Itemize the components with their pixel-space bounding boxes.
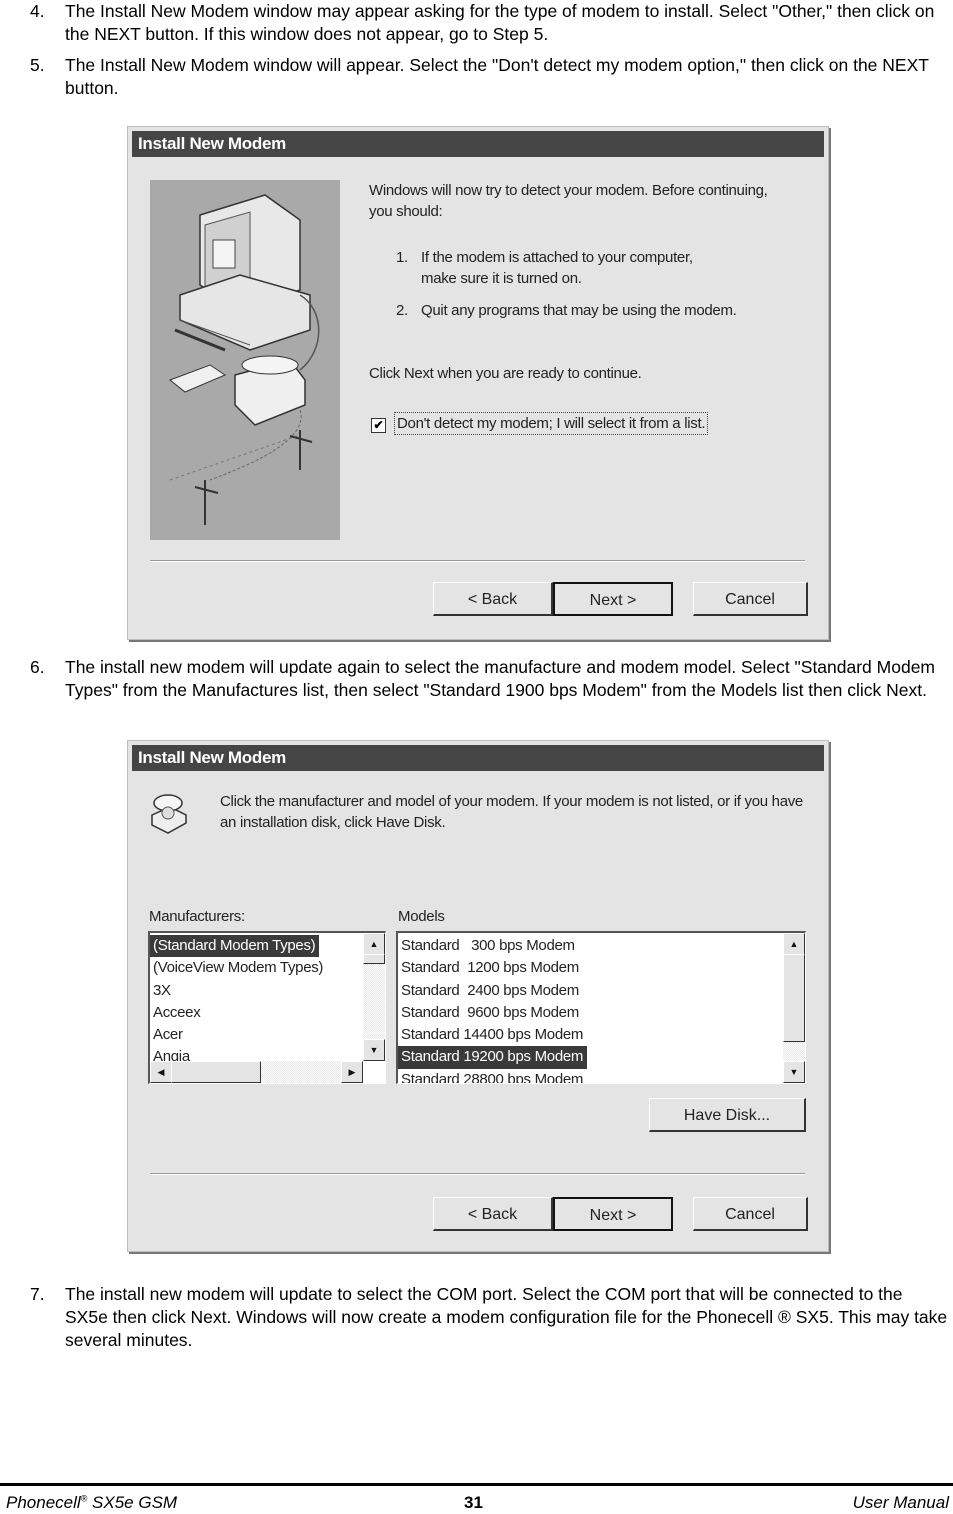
step-number: 5. xyxy=(30,55,45,75)
computer-phone-illustration xyxy=(150,180,340,540)
step-text: The install new modem will update again … xyxy=(65,657,936,700)
footer-product-model: SX5e GSM xyxy=(87,1493,178,1512)
scroll-thumb[interactable] xyxy=(171,1061,261,1083)
footer-product-name: Phonecell xyxy=(6,1493,81,1512)
list-item[interactable]: Standard 28800 bps Modem xyxy=(398,1069,781,1083)
manufacturers-listbox[interactable]: (Standard Modem Types) (VoiceView Modem T… xyxy=(148,931,386,1084)
manufacturers-list: (Standard Modem Types) (VoiceView Modem T… xyxy=(150,935,363,1069)
list-item[interactable]: Acceex xyxy=(150,1002,363,1024)
scroll-up-arrow-icon[interactable]: ▲ xyxy=(363,933,385,955)
scroll-thumb[interactable] xyxy=(783,954,805,1042)
manufacturers-label: Manufacturers: xyxy=(149,908,245,925)
cancel-button[interactable]: Cancel xyxy=(693,582,808,616)
models-list: Standard 300 bps Modem Standard 1200 bps … xyxy=(398,935,781,1083)
step-4: 4. The Install New Modem window may appe… xyxy=(30,0,950,46)
scroll-down-arrow-icon[interactable]: ▼ xyxy=(783,1061,805,1083)
computer-modem-phone-icon xyxy=(169,194,320,525)
list-item[interactable]: Standard 9600 bps Modem xyxy=(398,1002,781,1024)
footer-rule xyxy=(0,1483,953,1486)
back-button[interactable]: < Back xyxy=(433,582,553,616)
list-number: 2. xyxy=(396,302,408,319)
install-new-modem-dialog-select: Install New Modem Click the manufacturer… xyxy=(127,740,829,1252)
list-item[interactable]: 3X xyxy=(150,980,363,1002)
footer-product: Phonecell® SX5e GSM xyxy=(6,1493,177,1513)
models-label: Models xyxy=(398,908,445,925)
next-button[interactable]: Next > xyxy=(553,582,673,616)
dialog-intro: Click the manufacturer and model of your… xyxy=(220,793,803,831)
step-number: 7. xyxy=(30,1284,45,1304)
list-item[interactable]: (VoiceView Modem Types) xyxy=(150,957,363,979)
dont-detect-checkbox-label[interactable]: Don't detect my modem; I will select it … xyxy=(394,412,709,435)
models-vertical-scrollbar[interactable]: ▲ ▼ xyxy=(783,933,805,1083)
step-6: 6. The install new modem will update aga… xyxy=(30,656,950,702)
list-item[interactable]: Standard 1200 bps Modem xyxy=(398,957,781,979)
scroll-down-arrow-icon[interactable]: ▼ xyxy=(363,1039,385,1061)
list-text: Quit any programs that may be using the … xyxy=(421,302,737,319)
have-disk-button[interactable]: Have Disk... xyxy=(649,1098,806,1132)
list-item[interactable]: Standard 19200 bps Modem xyxy=(398,1046,588,1069)
step-text: The Install New Modem window will appear… xyxy=(65,55,929,98)
install-new-modem-dialog-detect: Install New Modem Windows will now try t… xyxy=(127,126,829,640)
scroll-thumb[interactable] xyxy=(363,954,385,964)
dont-detect-checkbox[interactable]: ✔ xyxy=(371,418,386,433)
models-listbox[interactable]: Standard 300 bps Modem Standard 1200 bps … xyxy=(396,931,806,1084)
step-7: 7. The install new modem will update to … xyxy=(30,1283,950,1352)
step-text: The Install New Modem window may appear … xyxy=(65,1,935,44)
step-number: 4. xyxy=(30,1,45,21)
modem-phone-icon xyxy=(148,789,190,835)
page-number: 31 xyxy=(464,1493,483,1512)
scroll-left-arrow-icon[interactable]: ◀ xyxy=(150,1061,172,1083)
cancel-button[interactable]: Cancel xyxy=(693,1197,808,1231)
list-text: If the modem is attached to your compute… xyxy=(421,249,693,287)
list-item[interactable]: (Standard Modem Types) xyxy=(150,935,320,958)
scroll-right-arrow-icon[interactable]: ▶ xyxy=(341,1061,363,1083)
next-button[interactable]: Next > xyxy=(553,1197,673,1231)
manufacturers-horizontal-scrollbar[interactable]: ◀ ▶ xyxy=(150,1061,363,1083)
separator xyxy=(150,1173,805,1175)
list-item[interactable]: Acer xyxy=(150,1024,363,1046)
scroll-up-arrow-icon[interactable]: ▲ xyxy=(783,933,805,955)
dialog-title: Install New Modem xyxy=(132,745,824,771)
list-item[interactable]: Standard 14400 bps Modem xyxy=(398,1024,781,1046)
manufacturers-vertical-scrollbar[interactable]: ▲ ▼ xyxy=(363,933,385,1061)
dialog-title: Install New Modem xyxy=(132,131,824,157)
step-5: 5. The Install New Modem window will app… xyxy=(30,54,950,100)
list-number: 1. xyxy=(396,249,408,266)
step-number: 6. xyxy=(30,657,45,677)
dialog-intro: Windows will now try to detect your mode… xyxy=(369,182,768,220)
list-item[interactable]: Standard 2400 bps Modem xyxy=(398,980,781,1002)
footer-document: User Manual xyxy=(852,1493,949,1512)
step-text: The install new modem will update to sel… xyxy=(65,1284,948,1350)
separator xyxy=(150,560,805,562)
list-item[interactable]: Standard 300 bps Modem xyxy=(398,935,781,957)
click-next-instruction: Click Next when you are ready to continu… xyxy=(369,365,642,382)
back-button[interactable]: < Back xyxy=(433,1197,553,1231)
